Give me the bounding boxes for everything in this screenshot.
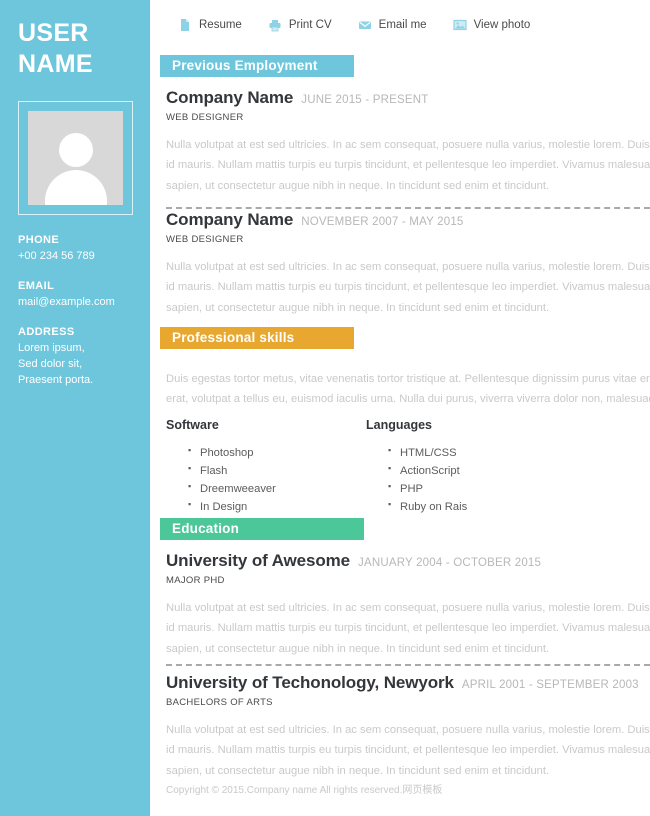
profile-photo-frame[interactable]: [18, 101, 133, 215]
skills-languages-list: HTML/CSS ActionScript PHP Ruby on Rais: [366, 444, 566, 517]
employment-company-name: Company Name: [166, 210, 293, 230]
section-header-skills: Professional skills: [160, 327, 354, 349]
envelope-icon: [358, 18, 372, 32]
contact-address: ADDRESS Lorem ipsum, Sed dolor sit, Prae…: [0, 326, 103, 389]
education-degree: MAJOR PHD: [166, 575, 650, 586]
skills-software-heading: Software: [166, 418, 366, 432]
contact-address-line1: Lorem ipsum,: [18, 341, 93, 357]
printer-icon: [268, 18, 282, 32]
employment-entry-head: Company Name JUNE 2015 - PRESENT: [166, 88, 650, 108]
employment-entry-head: Company Name NOVEMBER 2007 - MAY 2015: [166, 210, 650, 230]
education-description-line: Nulla volutpat at est sed ultricies. In …: [166, 720, 650, 740]
footer-copyright: Copyright © 2015.Company name All rights…: [166, 781, 442, 796]
education-description: Nulla volutpat at est sed ultricies. In …: [166, 720, 650, 781]
education-entry: University of Awesome JANUARY 2004 - OCT…: [166, 551, 650, 586]
education-description: Nulla volutpat at est sed ultricies. In …: [166, 598, 650, 659]
list-item: In Design: [200, 498, 366, 516]
section-divider: [166, 664, 650, 666]
education-description-line: Nulla volutpat at est sed ultricies. In …: [166, 598, 650, 618]
list-item: Photoshop: [200, 444, 366, 462]
user-name-line2: NAME: [18, 50, 93, 78]
nav-item-view-photo[interactable]: View photo: [453, 18, 531, 32]
employment-description-line: id mauris. Nullam mattis turpis eu turpi…: [166, 155, 650, 175]
list-item: Dreemweeaver: [200, 480, 366, 498]
education-school-name: University of Techonology, Newyork: [166, 673, 454, 693]
employment-description-line: Nulla volutpat at est sed ultricies. In …: [166, 135, 650, 155]
skills-intro-line: Duis egestas tortor metus, vitae venenat…: [166, 369, 650, 389]
education-entry-head: University of Techonology, Newyork APRIL…: [166, 673, 650, 693]
skills-software-list: Photoshop Flash Dreemweeaver In Design: [166, 444, 366, 517]
education-entry-head: University of Awesome JANUARY 2004 - OCT…: [166, 551, 650, 571]
employment-description-line: sapien, ut consectetur augue nibh in neq…: [166, 298, 650, 318]
education-description-line: id mauris. Nullam mattis turpis eu turpi…: [166, 618, 650, 638]
user-name: USER NAME: [0, 0, 150, 79]
education-entry: University of Techonology, Newyork APRIL…: [166, 673, 650, 708]
skills-columns: Software Photoshop Flash Dreemweeaver In…: [166, 418, 566, 517]
employment-company-name: Company Name: [166, 88, 293, 108]
list-item: ActionScript: [400, 462, 566, 480]
contact-email: EMAIL mail@example.com: [0, 280, 125, 311]
resume-page: USER NAME PHONE +00 234 56 789 EMAIL mai…: [0, 0, 650, 816]
employment-role: WEB DESIGNER: [166, 234, 650, 245]
list-item: HTML/CSS: [400, 444, 566, 462]
user-name-line1: USER: [18, 19, 89, 47]
education-date-range: JANUARY 2004 - OCTOBER 2015: [358, 557, 541, 569]
nav-item-print-cv[interactable]: Print CV: [268, 18, 332, 32]
nav-item-email-me[interactable]: Email me: [358, 18, 427, 32]
employment-role: WEB DESIGNER: [166, 112, 650, 123]
employment-date-range: NOVEMBER 2007 - MAY 2015: [301, 216, 463, 228]
contact-email-label: EMAIL: [18, 280, 115, 292]
top-navigation: Resume Print CV: [150, 0, 650, 50]
section-header-education: Education: [160, 518, 364, 540]
list-item: Ruby on Rais: [400, 498, 566, 516]
section-header-employment: Previous Employment: [160, 55, 354, 77]
skills-languages-heading: Languages: [366, 418, 566, 432]
nav-label-resume: Resume: [199, 19, 242, 31]
education-description-line: id mauris. Nullam mattis turpis eu turpi…: [166, 740, 650, 760]
skills-intro-line: erat, volutpat a tellus eu, euismod iacu…: [166, 389, 650, 409]
employment-date-range: JUNE 2015 - PRESENT: [301, 94, 428, 106]
avatar-body-icon: [45, 170, 107, 205]
list-item: Flash: [200, 462, 366, 480]
profile-photo: [28, 111, 123, 205]
avatar-head-icon: [59, 133, 93, 167]
contact-email-value[interactable]: mail@example.com: [18, 295, 115, 311]
employment-description-line: id mauris. Nullam mattis turpis eu turpi…: [166, 277, 650, 297]
employment-description: Nulla volutpat at est sed ultricies. In …: [166, 257, 650, 318]
section-divider: [166, 207, 650, 209]
employment-description-line: sapien, ut consectetur augue nibh in neq…: [166, 176, 650, 196]
nav-label-email-me: Email me: [379, 19, 427, 31]
contact-phone-value: +00 234 56 789: [18, 249, 95, 265]
education-school-name: University of Awesome: [166, 551, 350, 571]
employment-description-line: Nulla volutpat at est sed ultricies. In …: [166, 257, 650, 277]
nav-label-print-cv: Print CV: [289, 19, 332, 31]
contact-address-line2: Sed dolor sit,: [18, 357, 93, 373]
nav-label-view-photo: View photo: [474, 19, 531, 31]
employment-entry: Company Name NOVEMBER 2007 - MAY 2015 WE…: [166, 210, 650, 245]
employment-entry: Company Name JUNE 2015 - PRESENT WEB DES…: [166, 88, 650, 123]
education-description-line: sapien, ut consectetur augue nibh in neq…: [166, 639, 650, 659]
contact-phone-label: PHONE: [18, 234, 95, 246]
sidebar: USER NAME PHONE +00 234 56 789 EMAIL mai…: [0, 0, 150, 816]
nav-item-resume[interactable]: Resume: [178, 18, 242, 32]
contact-phone: PHONE +00 234 56 789: [0, 234, 105, 265]
list-item: PHP: [400, 480, 566, 498]
image-icon: [453, 18, 467, 32]
contact-address-label: ADDRESS: [18, 326, 93, 338]
skills-column-software: Software Photoshop Flash Dreemweeaver In…: [166, 418, 366, 517]
education-description-line: sapien, ut consectetur augue nibh in neq…: [166, 761, 650, 781]
document-icon: [178, 18, 192, 32]
education-date-range: APRIL 2001 - SEPTEMBER 2003: [462, 679, 639, 691]
skills-column-languages: Languages HTML/CSS ActionScript PHP Ruby…: [366, 418, 566, 517]
main-content: Resume Print CV: [150, 0, 650, 816]
employment-description: Nulla volutpat at est sed ultricies. In …: [166, 135, 650, 196]
education-degree: BACHELORS OF ARTS: [166, 697, 650, 708]
contact-address-line3: Praesent porta.: [18, 373, 93, 389]
skills-intro: Duis egestas tortor metus, vitae venenat…: [166, 369, 650, 410]
